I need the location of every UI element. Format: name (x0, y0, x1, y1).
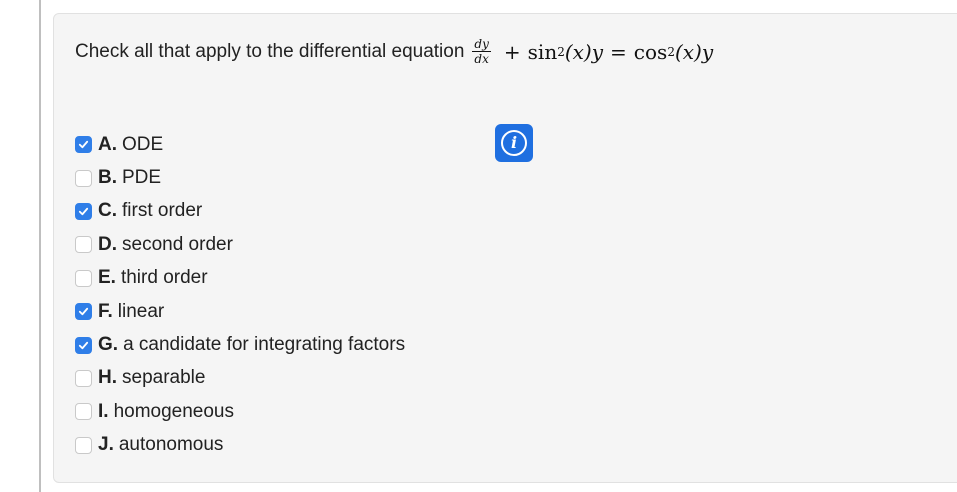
question-prompt: Check all that apply to the differential… (75, 38, 713, 65)
option-checkbox[interactable] (75, 369, 92, 387)
fraction-numerator: dy (472, 37, 491, 52)
checkmark-icon (78, 307, 89, 316)
derivative-fraction: dy dx (472, 37, 491, 66)
sin-argument: (x)y (564, 39, 604, 64)
option-row[interactable]: E. third order (75, 262, 405, 295)
option-label: homogeneous (113, 400, 234, 422)
option-row[interactable]: I. homogeneous (75, 395, 405, 428)
fraction-denominator: dx (474, 52, 489, 66)
option-label: third order (120, 267, 208, 289)
cos-argument: (x)y (674, 39, 714, 64)
option-row[interactable]: J. autonomous (75, 429, 405, 462)
checkmark-icon (78, 341, 89, 349)
option-checkbox[interactable] (75, 403, 92, 421)
option-checkbox[interactable] (75, 303, 92, 321)
option-row[interactable]: C. first order (75, 195, 405, 228)
option-label: a candidate for integrating factors (123, 334, 406, 356)
answer-options: A. ODE B. PDE C. first order D. second order E. t… (75, 128, 405, 462)
option-letter: B. (98, 167, 117, 189)
option-letter: I. (98, 400, 109, 422)
option-row[interactable]: H. separable (75, 362, 405, 395)
option-label: linear (117, 300, 165, 322)
option-row[interactable]: F. linear (75, 295, 405, 328)
option-label: ODE (122, 133, 164, 155)
option-letter: G. (98, 334, 119, 356)
left-divider (39, 0, 41, 492)
option-row[interactable]: D. second order (75, 228, 405, 261)
option-letter: C. (98, 200, 117, 222)
option-letter: E. (98, 267, 116, 289)
cos-function: cos (633, 39, 668, 64)
question-text: Check all that apply to the differential… (75, 40, 465, 62)
option-row[interactable]: G. a candidate for integrating factors (75, 328, 405, 361)
option-checkbox[interactable] (75, 136, 92, 154)
equals-sign: = (610, 39, 627, 64)
checkmark-icon (78, 207, 89, 216)
option-label: autonomous (118, 434, 224, 456)
plus-sign: + (503, 39, 521, 64)
option-checkbox[interactable] (75, 202, 92, 220)
option-label: separable (122, 367, 206, 389)
sin-function: sin (527, 39, 558, 64)
option-letter: F. (98, 300, 113, 322)
option-row[interactable]: B. PDE (75, 161, 405, 194)
option-letter: A. (98, 133, 117, 155)
option-checkbox[interactable] (75, 236, 92, 254)
option-label: first order (122, 200, 203, 222)
option-checkbox[interactable] (75, 336, 92, 354)
option-checkbox[interactable] (75, 269, 92, 287)
option-letter: D. (98, 233, 117, 255)
option-letter: J. (98, 434, 114, 456)
info-icon: i (501, 130, 527, 156)
option-label: PDE (122, 167, 162, 189)
differential-equation: dy dx + sin 2 (x)y = cos 2 (x)y (472, 37, 714, 66)
option-label: second order (122, 233, 233, 255)
option-row[interactable]: A. ODE (75, 128, 405, 161)
option-checkbox[interactable] (75, 436, 92, 454)
option-checkbox[interactable] (75, 169, 92, 187)
option-letter: H. (98, 367, 117, 389)
checkmark-icon (78, 141, 89, 149)
info-button[interactable]: i (495, 124, 533, 162)
